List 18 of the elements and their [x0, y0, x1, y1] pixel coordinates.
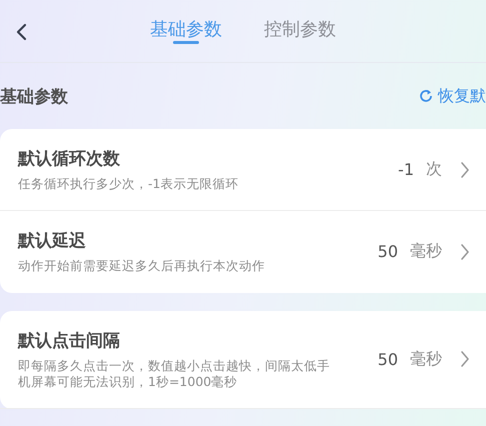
setting-description: 动作开始前需要延迟多久后再执行本次动作 — [18, 258, 266, 274]
chevron-right-icon[interactable] — [460, 242, 470, 261]
setting-value[interactable]: -1 — [398, 160, 414, 180]
back-icon[interactable] — [15, 23, 27, 41]
setting-description: 即每隔多久点击一次，数值越小点击越快，间隔太低手机屏幕可能无法识别，1秒=1000毫秒 — [18, 358, 331, 390]
setting-value[interactable]: 50 — [378, 242, 398, 262]
setting-unit: 毫秒 — [410, 348, 442, 370]
setting-description: 任务循环执行多少次，-1表示无限循环 — [18, 176, 240, 192]
setting-title: 默认循环次数 — [18, 148, 121, 170]
setting-unit: 毫秒 — [410, 241, 442, 262]
chevron-right-icon[interactable] — [460, 350, 470, 368]
setting-title: 默认延迟 — [18, 230, 87, 252]
setting-unit: 次 — [426, 159, 442, 180]
chevron-right-icon[interactable] — [460, 160, 470, 179]
setting-value[interactable]: 50 — [378, 350, 398, 369]
section-title: 基础参数 — [0, 86, 68, 108]
setting-title: 默认点击间隔 — [18, 330, 121, 352]
refresh-icon — [418, 88, 434, 104]
